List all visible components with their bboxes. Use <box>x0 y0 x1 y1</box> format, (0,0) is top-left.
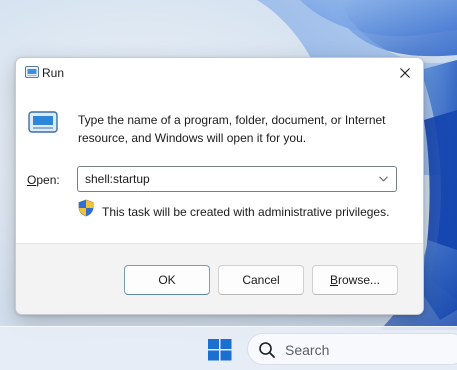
dialog-description: Type the name of a program, folder, docu… <box>78 113 386 145</box>
cancel-button[interactable]: Cancel <box>218 265 304 295</box>
browse-button[interactable]: Browse... <box>312 265 398 295</box>
uac-shield-icon <box>78 199 94 220</box>
open-label-accelerator: O <box>27 173 37 187</box>
run-app-icon <box>28 111 58 136</box>
search-placeholder: Search <box>285 342 330 358</box>
title-bar[interactable]: Run <box>16 58 423 88</box>
open-label-text: pen: <box>36 173 60 187</box>
open-input[interactable]: shell:startup <box>85 172 150 186</box>
taskbar: Search <box>0 326 457 370</box>
dialog-button-row: OK Cancel Browse... <box>16 243 423 314</box>
start-button[interactable] <box>205 335 235 365</box>
close-icon <box>400 68 410 78</box>
windows-logo-icon <box>208 339 232 361</box>
taskbar-search-box[interactable]: Search <box>247 333 457 365</box>
open-combobox[interactable]: shell:startup <box>77 166 397 192</box>
admin-privilege-note: This task will be created with administr… <box>102 205 390 219</box>
window-title: Run <box>42 66 65 80</box>
browse-accelerator: B <box>329 273 338 287</box>
close-button[interactable] <box>391 60 419 86</box>
open-label: Open: <box>27 173 60 187</box>
search-icon <box>259 342 275 358</box>
browse-label: rowse... <box>338 273 381 287</box>
open-dropdown-button[interactable] <box>374 169 394 189</box>
run-dialog: Run Type the name of a program, folder, … <box>15 57 424 315</box>
run-app-icon <box>25 66 39 81</box>
ok-button[interactable]: OK <box>124 265 210 295</box>
chevron-down-icon <box>379 176 388 182</box>
